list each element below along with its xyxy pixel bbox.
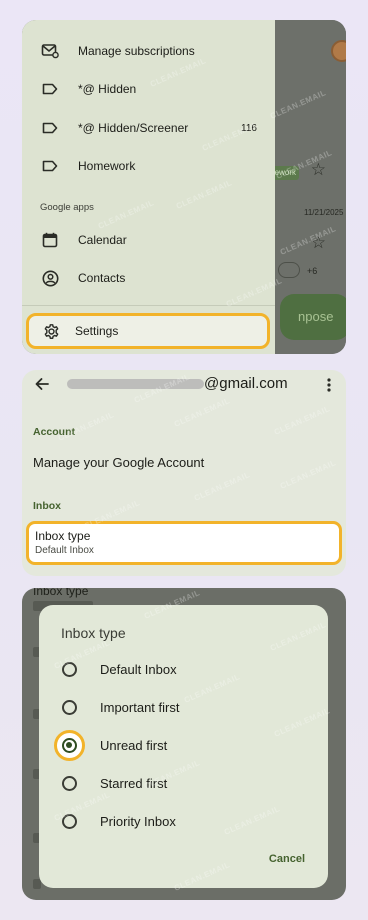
settings-label: Settings [75,324,119,338]
calendar-icon [22,232,78,248]
drawer-item-calendar[interactable]: Calendar [22,221,275,259]
background-pill [278,262,300,278]
manage-google-account-link[interactable]: Manage your Google Account [33,455,204,470]
drawer-item-label: *@ Hidden/Screener [78,121,189,135]
radio-cell [39,661,99,677]
radio-button[interactable] [61,699,77,715]
drawer-item-manage-subscriptions[interactable]: Manage subscriptions [22,32,275,70]
watermark: CLEAN.EMAIL [172,396,232,429]
divider [22,305,275,306]
radio-cell [39,699,99,715]
drawer-item-settings[interactable]: Settings [26,313,270,349]
option-label: Priority Inbox [100,813,176,829]
option-unread-first[interactable]: Unread first [39,727,328,763]
radio-cell [39,813,99,829]
inbox-type-title: Inbox type [35,529,91,543]
inbox-type-dialog-panel: Inbox type Inbox type Default Inbox Impo… [22,588,346,900]
inbox-background: ework ☆ 11/21/2025 ☆ +6 npose [269,20,346,354]
subscriptions-icon [22,43,78,59]
account-email-domain: @gmail.com [204,375,288,392]
drawer-item-hidden[interactable]: *@ Hidden [22,70,275,108]
contacts-icon [22,270,78,287]
cancel-button[interactable]: Cancel [269,853,305,865]
watermark: CLEAN.EMAIL [272,404,332,437]
star-icon[interactable]: ☆ [311,160,326,180]
drawer-item-contacts[interactable]: Contacts [22,259,275,297]
gear-icon [29,323,74,340]
label-icon [22,83,78,95]
section-label-google-apps: Google apps [40,202,94,213]
option-label: Default Inbox [100,661,177,677]
option-priority-inbox[interactable]: Priority Inbox [39,803,328,839]
drawer-item-label: *@ Hidden [78,82,137,96]
selection-highlight [53,729,85,761]
radio-button[interactable] [61,813,77,829]
drawer: Manage subscriptions *@ Hidden *@ Hidden… [22,20,275,354]
drawer-item-label: Calendar [78,233,127,247]
radio-button[interactable] [61,661,77,677]
underlay-inbox-type-title: Inbox type [33,588,89,598]
option-important-first[interactable]: Important first [39,689,328,725]
watermark: CLEAN.EMAIL [278,458,338,491]
radio-button-selected[interactable] [61,737,77,753]
star-icon[interactable]: ☆ [311,233,326,253]
background-date: 11/21/2025 [304,208,344,217]
section-header-inbox: Inbox [33,500,61,512]
inbox-type-value: Default Inbox [35,545,94,556]
background-plus-count: +6 [307,266,318,276]
drawer-item-label: Homework [78,159,136,173]
option-default-inbox[interactable]: Default Inbox [39,651,328,687]
drawer-item-homework[interactable]: Homework [22,147,275,185]
label-icon [22,122,78,134]
option-label: Starred first [100,775,168,791]
inbox-type-dialog: Inbox type Default Inbox Important first… [39,605,328,888]
unread-count: 116 [241,122,257,134]
radio-cell [39,775,99,791]
drawer-item-hidden-screener[interactable]: *@ Hidden/Screener 116 [22,109,275,147]
inbox-type-setting[interactable]: Inbox type Default Inbox [26,521,342,565]
top-app-bar: @gmail.com [22,370,346,400]
option-label: Unread first [100,737,168,753]
avatar[interactable] [331,40,346,62]
drawer-item-label: Contacts [78,271,126,285]
option-starred-first[interactable]: Starred first [39,765,328,801]
navigation-drawer-panel: ework ☆ 11/21/2025 ☆ +6 npose Manage sub… [22,20,346,354]
dialog-title: Inbox type [61,625,126,641]
radio-button[interactable] [61,775,77,791]
back-arrow-icon[interactable] [34,376,50,397]
compose-button[interactable]: npose [280,294,346,340]
section-header-account: Account [33,426,75,438]
option-label: Important first [100,699,180,715]
drawer-item-label: Manage subscriptions [78,44,195,58]
more-options-icon[interactable] [327,378,331,397]
redacted-email [67,379,204,389]
radio-cell [39,729,99,761]
watermark: CLEAN.EMAIL [192,470,252,503]
settings-panel: @gmail.com Account Manage your Google Ac… [22,370,346,576]
label-icon [22,160,78,172]
